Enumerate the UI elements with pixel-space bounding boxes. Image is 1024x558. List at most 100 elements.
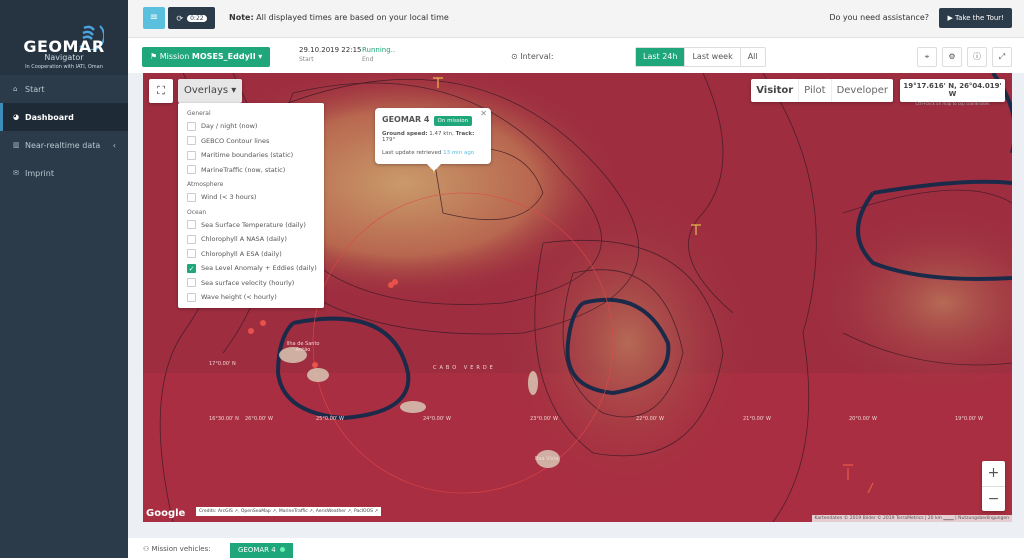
home-icon: ⌂ bbox=[13, 85, 18, 93]
coordinates-hint: Ctrl+click on map to clip coordinates bbox=[915, 101, 990, 106]
caret-down-icon: ▾ bbox=[228, 85, 237, 96]
take-tour-button[interactable]: ▶ Take the Tour! bbox=[939, 8, 1012, 28]
time-note: Note: All displayed times are based on y… bbox=[229, 13, 449, 22]
checkbox[interactable] bbox=[187, 220, 196, 230]
coordinates-value: 19°17.616' N, 26°04.019' W bbox=[903, 82, 1002, 98]
label-lon-23: 23°0.00' W bbox=[530, 416, 558, 422]
logo[interactable]: GEOMAR Navigator In Cooperation with IAT… bbox=[0, 0, 128, 75]
role-developer[interactable]: Developer bbox=[830, 79, 893, 102]
overlay-option[interactable]: Chlorophyll A ESA (daily) bbox=[178, 247, 324, 262]
caret-down-icon: ▾ bbox=[255, 52, 263, 61]
overlay-option[interactable]: ✓ Sea Level Anomaly + Eddies (daily) bbox=[178, 261, 324, 276]
status-badge: On mission bbox=[433, 116, 473, 126]
zoom-in-button[interactable]: + bbox=[982, 461, 1005, 486]
checkbox[interactable] bbox=[187, 234, 196, 244]
map[interactable]: Ilha de Santo Antão CABO VERDE Boa Vista… bbox=[143, 73, 1012, 522]
label-lon-20: 20°0.00' W bbox=[849, 416, 877, 422]
overlay-option[interactable]: Sea Surface Temperature (daily) bbox=[178, 218, 324, 233]
overlay-label: Sea surface velocity (hourly) bbox=[201, 278, 295, 287]
menu-toggle-button[interactable]: ≡ bbox=[143, 7, 165, 29]
label-lat-16-30: 16°30.00' N bbox=[209, 416, 239, 422]
overlay-group-heading: General bbox=[187, 110, 211, 117]
mission-name: MOSES_EddyII bbox=[191, 52, 256, 61]
close-icon[interactable]: ✕ bbox=[480, 109, 487, 118]
checkbox[interactable]: ✓ bbox=[187, 263, 196, 273]
sidebar-item-near-realtime-data[interactable]: ▥ Near-realtime data ‹ bbox=[0, 131, 128, 159]
sidebar-item-label: Dashboard bbox=[25, 112, 74, 122]
mission-dropdown[interactable]: ⚑ Mission MOSES_EddyII ▾ bbox=[142, 47, 271, 67]
overlays-dropdown[interactable]: Overlays ▾ bbox=[178, 79, 243, 103]
checkbox[interactable] bbox=[187, 165, 196, 175]
start-value: 29.10.2019 22:15 bbox=[299, 46, 362, 54]
note-text: All displayed times are based on your lo… bbox=[253, 13, 449, 22]
update-ago-link[interactable]: 13 min ago bbox=[443, 150, 474, 156]
chart-icon: ▥ bbox=[13, 141, 20, 149]
overlay-option[interactable]: Wind (< 3 hours) bbox=[178, 190, 324, 205]
vehicles-label: Mission vehicles: bbox=[151, 545, 211, 553]
mission-prefix: Mission bbox=[159, 52, 192, 61]
role-pilot[interactable]: Pilot bbox=[798, 79, 830, 102]
chevron-left-icon: ‹ bbox=[112, 140, 116, 150]
sidebar-item-start[interactable]: ⌂ Start bbox=[0, 75, 128, 103]
vehicle-name: GEOMAR 4 bbox=[238, 546, 276, 554]
overlay-group-heading: Ocean bbox=[187, 208, 207, 216]
overlay-option[interactable]: Sea surface velocity (hourly) bbox=[178, 276, 324, 291]
play-icon: ▶ bbox=[947, 14, 956, 22]
sidebar-item-label: Near-realtime data bbox=[25, 140, 101, 150]
interval-last-week[interactable]: Last week bbox=[684, 48, 739, 66]
overlay-option[interactable]: Wave height (< hourly) bbox=[178, 290, 324, 305]
settings-icon[interactable]: ⚙ bbox=[942, 47, 962, 67]
label-cabo-verde: CABO VERDE bbox=[433, 365, 496, 371]
overlay-option[interactable]: Chlorophyll A NASA (daily) bbox=[178, 232, 324, 247]
fullscreen-button[interactable]: ⛶ bbox=[149, 79, 173, 103]
vehicle-button-geomar-4[interactable]: GEOMAR 4 bbox=[230, 543, 293, 558]
overlay-option[interactable]: Day / night (now) bbox=[178, 119, 324, 134]
label-lat-17: 17°0.00' N bbox=[209, 361, 236, 367]
clock-icon: ⊙ bbox=[511, 52, 521, 61]
brand-subtitle: Navigator bbox=[44, 53, 84, 62]
overlay-label: Sea Surface Temperature (daily) bbox=[201, 220, 306, 229]
status-dot-icon bbox=[279, 547, 285, 552]
coordinates-display[interactable]: 19°17.616' N, 26°04.019' W Ctrl+click on … bbox=[900, 79, 1005, 106]
map-attribution: Kartendaten © 2019 Bilder © 2019 TerraMe… bbox=[811, 515, 1012, 522]
brand-cooperation: In Cooperation with IATI, Oman bbox=[25, 64, 103, 70]
flag-icon: ⚑ bbox=[150, 52, 160, 61]
interval-label: ⊙ Interval: bbox=[511, 52, 554, 61]
locate-icon[interactable]: ⌖ bbox=[917, 47, 937, 67]
checkbox[interactable] bbox=[187, 121, 196, 131]
interval-last-24h[interactable]: Last 24h bbox=[636, 48, 685, 66]
expand-icon[interactable]: ⤢ bbox=[992, 47, 1012, 67]
overlay-option[interactable]: MarineTraffic (now, static) bbox=[178, 163, 324, 178]
assistance-text: Do you need assistance? bbox=[829, 13, 929, 22]
zoom-control: + − bbox=[982, 461, 1005, 511]
top-bar: ≡ ⟳ 0:22 Note: All displayed times are ba… bbox=[128, 0, 1024, 38]
sidebar-item-imprint[interactable]: ✉ Imprint bbox=[0, 159, 128, 187]
fullscreen-icon: ⛶ bbox=[157, 84, 165, 97]
label-lon-22: 22°0.00' W bbox=[636, 416, 664, 422]
label-lon-26: 26°0.00' W bbox=[245, 416, 273, 422]
info-icon[interactable]: ⓘ bbox=[967, 47, 987, 67]
checkbox[interactable] bbox=[187, 249, 196, 259]
interval-all[interactable]: All bbox=[739, 48, 765, 66]
checkbox[interactable] bbox=[187, 192, 196, 202]
sidebar-item-label: Start bbox=[25, 84, 45, 94]
popup-vehicle-name: GEOMAR 4 bbox=[382, 115, 430, 124]
zoom-out-button[interactable]: − bbox=[982, 486, 1005, 511]
end-label: End bbox=[362, 56, 374, 63]
checkbox[interactable] bbox=[187, 278, 196, 288]
envelope-icon: ✉ bbox=[13, 169, 19, 177]
refresh-button[interactable]: ⟳ 0:22 bbox=[168, 7, 215, 29]
overlay-option[interactable]: GEBCO Contour lines bbox=[178, 134, 324, 149]
label-boa-vista: Boa Vista bbox=[535, 456, 559, 462]
checkbox[interactable] bbox=[187, 292, 196, 302]
tour-label: Take the Tour! bbox=[955, 14, 1004, 22]
map-tools: ⌖ ⚙ ⓘ ⤢ bbox=[917, 47, 1012, 67]
role-visitor[interactable]: Visitor bbox=[751, 79, 798, 102]
overlay-label: Wave height (< hourly) bbox=[201, 293, 277, 302]
sidebar-item-dashboard[interactable]: ◕ Dashboard bbox=[0, 103, 128, 131]
overlay-option[interactable]: Maritime boundaries (static) bbox=[178, 148, 324, 163]
checkbox[interactable] bbox=[187, 150, 196, 160]
overlays-menu: General Day / night (now) GEBCO Contour li… bbox=[178, 103, 324, 308]
overlay-label: GEBCO Contour lines bbox=[201, 136, 270, 145]
checkbox[interactable] bbox=[187, 136, 196, 146]
